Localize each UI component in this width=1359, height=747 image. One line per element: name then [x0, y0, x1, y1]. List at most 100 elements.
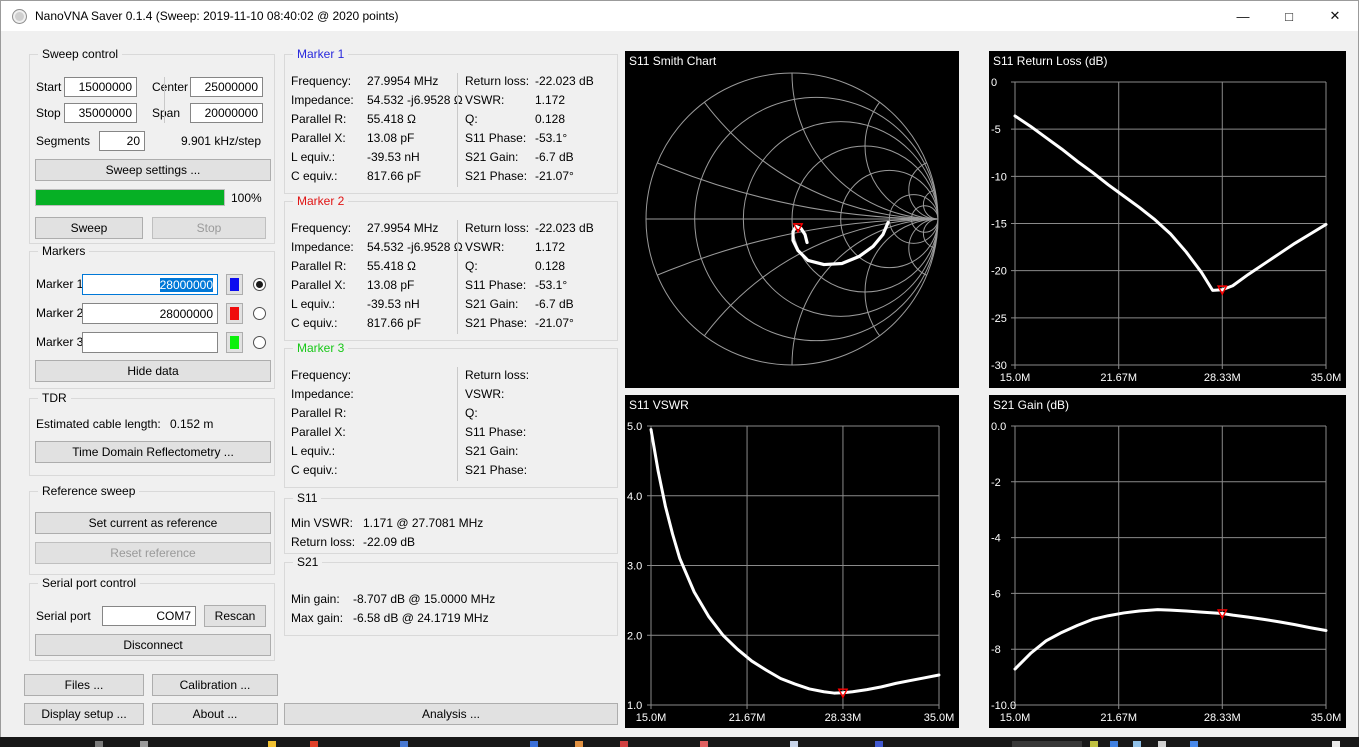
- marker3-info-right: Return loss: VSWR: Q: S11 Phase: S21 Gain: S2…: [465, 365, 615, 479]
- info-row: S11 Phase:: [465, 422, 615, 441]
- taskbar-icon[interactable]: [620, 741, 628, 747]
- info-value: -22.023 dB: [535, 220, 594, 235]
- taskbar-icon[interactable]: [1110, 741, 1118, 747]
- taskbar-icon[interactable]: [575, 741, 583, 747]
- svg-text:-25: -25: [991, 313, 1007, 325]
- taskbar-icon[interactable]: [1012, 741, 1082, 747]
- s21-gain-chart[interactable]: 15.0M 21.67M 28.33M 35.0M 0.0 -2 -4 -6 -8 -10.0: [989, 395, 1346, 728]
- set-reference-button[interactable]: Set current as reference: [35, 512, 271, 534]
- vswr-chart[interactable]: 15.0M 21.67M 28.33M 35.0M 5.0 4.0 3.0 2.0 1.0: [625, 395, 959, 728]
- taskbar-icon[interactable]: [1190, 741, 1198, 747]
- info-value: -21.07°: [535, 168, 574, 183]
- app-icon: [12, 8, 27, 24]
- maximize-icon[interactable]: □: [1266, 1, 1312, 31]
- close-icon[interactable]: ✕: [1312, 1, 1358, 31]
- segments-input[interactable]: 20: [99, 131, 145, 151]
- info-label: Frequency:: [291, 367, 352, 382]
- files-button[interactable]: Files ...: [24, 674, 144, 696]
- taskbar[interactable]: [0, 737, 1359, 747]
- taskbar-icon[interactable]: [1332, 741, 1340, 747]
- info-label: S21 Phase:: [465, 315, 528, 330]
- s11-summary-rows: Min VSWR: 1.171 @ 27.7081 MHz Return loss:…: [291, 513, 611, 551]
- info-value: 1.172: [535, 92, 566, 107]
- marker1-input[interactable]: 28000000: [82, 274, 218, 295]
- reset-reference-button[interactable]: Reset reference: [35, 542, 271, 564]
- cable-length-value: 0.152 m: [170, 417, 214, 431]
- taskbar-icon[interactable]: [140, 741, 148, 747]
- sweep-settings-button[interactable]: Sweep settings ...: [35, 159, 271, 181]
- calibration-button[interactable]: Calibration ...: [152, 674, 278, 696]
- taskbar-icon[interactable]: [95, 741, 103, 747]
- info-value: -39.53 nH: [367, 296, 420, 311]
- center-input[interactable]: 25000000: [190, 77, 263, 97]
- hide-data-button[interactable]: Hide data: [35, 360, 271, 382]
- rescan-button[interactable]: Rescan: [204, 605, 266, 627]
- stop-button[interactable]: Stop: [152, 217, 266, 239]
- marker1-label: Marker 1: [36, 277, 84, 291]
- svg-text:-20: -20: [991, 266, 1007, 278]
- marker2-color-button[interactable]: [226, 303, 243, 324]
- info-value: 0.128: [535, 258, 566, 273]
- group-title: Sweep control: [38, 47, 123, 61]
- marker1-radio[interactable]: [253, 278, 266, 291]
- info-value: -6.58 dB @ 24.1719 MHz: [353, 610, 489, 625]
- start-label: Start: [36, 80, 62, 94]
- display-setup-button[interactable]: Display setup ...: [24, 703, 144, 725]
- info-row: Parallel R: 55.418 Ω: [291, 256, 455, 275]
- span-input[interactable]: 20000000: [190, 103, 263, 123]
- marker3-radio[interactable]: [253, 336, 266, 349]
- marker1-value: 28000000: [159, 277, 213, 292]
- info-row: S21 Phase:: [465, 460, 615, 479]
- info-row: VSWR: 1.172: [465, 237, 615, 256]
- svg-text:35.0M: 35.0M: [1311, 712, 1342, 724]
- marker3-color-swatch: [230, 336, 239, 349]
- marker1-color-button[interactable]: [226, 274, 243, 295]
- info-value: -53.1°: [535, 277, 568, 292]
- tdr-button[interactable]: Time Domain Reflectometry ...: [35, 441, 271, 463]
- info-row: S11 Phase: -53.1°: [465, 128, 615, 147]
- marker2-input[interactable]: 28000000: [82, 303, 218, 324]
- stop-value: 35000000: [78, 106, 132, 120]
- window-title: NanoVNA Saver 0.1.4 (Sweep: 2019-11-10 0…: [35, 9, 399, 23]
- taskbar-icon[interactable]: [268, 741, 276, 747]
- taskbar-icon[interactable]: [400, 741, 408, 747]
- info-value: -21.07°: [535, 315, 574, 330]
- info-row: Parallel R:: [291, 403, 455, 422]
- taskbar-icon[interactable]: [1133, 741, 1141, 747]
- taskbar-icon[interactable]: [1158, 741, 1166, 747]
- taskbar-icon[interactable]: [700, 741, 708, 747]
- svg-text:0: 0: [991, 77, 997, 89]
- info-label: S21 Phase:: [465, 168, 528, 183]
- minimize-icon[interactable]: —: [1220, 1, 1266, 31]
- marker3-info-group: Marker 3 Frequency: Impedance: Parallel R:…: [284, 341, 618, 488]
- info-row: Frequency: 27.9954 MHz: [291, 71, 455, 90]
- stop-input[interactable]: 35000000: [64, 103, 137, 123]
- info-row: L equiv.:: [291, 441, 455, 460]
- info-row: Return loss: -22.09 dB: [291, 532, 611, 551]
- serial-port-input[interactable]: COM7: [102, 606, 196, 626]
- return-loss-chart[interactable]: 15.0M 21.67M 28.33M 35.0M 0 -5 -10 -15 -20 -25 -30: [989, 51, 1346, 388]
- sweep-progress-bar: [35, 189, 225, 206]
- taskbar-icon[interactable]: [530, 741, 538, 747]
- divider: [457, 367, 458, 481]
- info-label: L equiv.:: [291, 443, 336, 458]
- taskbar-icon[interactable]: [1090, 741, 1098, 747]
- about-button[interactable]: About ...: [152, 703, 278, 725]
- info-value: 27.9954 MHz: [367, 73, 439, 88]
- info-label: VSWR:: [465, 92, 505, 107]
- sweep-button[interactable]: Sweep: [35, 217, 143, 239]
- info-label: Min VSWR:: [291, 515, 354, 530]
- taskbar-icon[interactable]: [310, 741, 318, 747]
- info-row: S21 Phase: -21.07°: [465, 313, 615, 332]
- smith-chart[interactable]: [625, 51, 959, 388]
- taskbar-icon[interactable]: [790, 741, 798, 747]
- marker3-input[interactable]: [82, 332, 218, 353]
- analysis-button[interactable]: Analysis ...: [284, 703, 618, 725]
- taskbar-icon[interactable]: [875, 741, 883, 747]
- disconnect-button[interactable]: Disconnect: [35, 634, 271, 656]
- marker3-color-button[interactable]: [226, 332, 243, 353]
- info-label: Return loss:: [465, 220, 530, 235]
- marker2-radio[interactable]: [253, 307, 266, 320]
- start-input[interactable]: 15000000: [64, 77, 137, 97]
- marker3-info-left: Frequency: Impedance: Parallel R: Parallel …: [291, 365, 455, 479]
